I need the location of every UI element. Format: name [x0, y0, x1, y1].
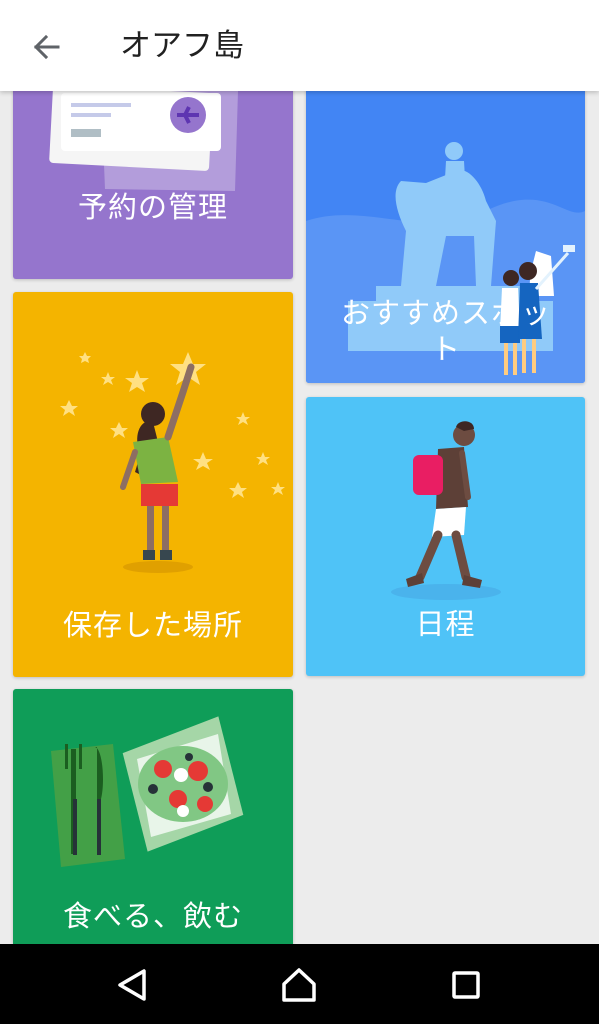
boarding-pass-illustration: [49, 91, 238, 191]
nav-back-button[interactable]: [110, 962, 156, 1008]
card-reservations[interactable]: 予約の管理: [13, 91, 293, 279]
page-title: オアフ島: [120, 28, 244, 64]
card-food[interactable]: 食べる、飲む: [13, 689, 293, 944]
card-label-reservations: 予約の管理: [77, 190, 228, 224]
category-grid: 予約の管理 おすすめスポット 保存した場所 日程 食べる、飲む: [0, 91, 599, 944]
card-recommended[interactable]: おすすめスポット: [306, 91, 585, 383]
back-button[interactable]: [24, 25, 68, 69]
system-nav-bar: [0, 944, 599, 1024]
arrow-back-icon: [33, 34, 60, 60]
card-label-food: 食べる、飲む: [62, 899, 243, 933]
card-itinerary[interactable]: 日程: [306, 397, 585, 676]
card-label-saved: 保存した場所: [62, 608, 243, 642]
square-recents-icon: [452, 971, 480, 999]
app-bar: オアフ島: [0, 0, 599, 91]
card-saved[interactable]: 保存した場所: [13, 292, 293, 677]
triangle-back-icon: [118, 969, 146, 1001]
card-label-itinerary: 日程: [415, 607, 476, 641]
card-label-recommended: おすすめスポット: [340, 296, 551, 366]
nav-home-button[interactable]: [276, 962, 322, 1008]
home-icon: [282, 968, 316, 1002]
nav-recents-button[interactable]: [443, 962, 489, 1008]
